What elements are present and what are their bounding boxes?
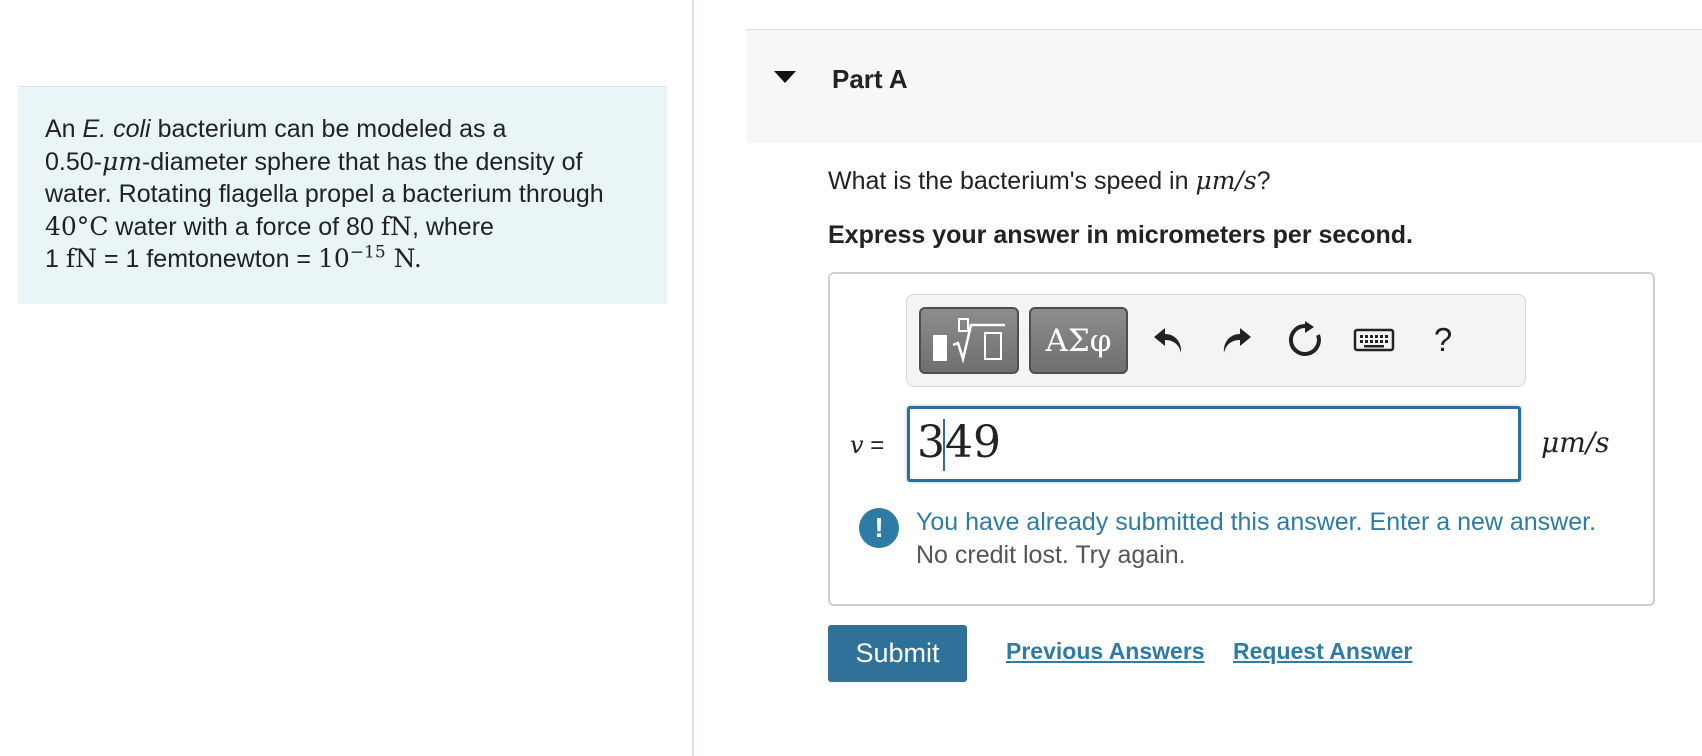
problem-line4-end: , where	[411, 212, 494, 241]
definition-unit: N.	[385, 244, 422, 273]
definition-lhs-number: 1	[45, 245, 66, 273]
part-a-header[interactable]: Part A	[746, 29, 1702, 143]
collapse-caret-icon[interactable]	[774, 71, 796, 83]
answer-unit: μm/s	[1541, 426, 1610, 459]
diameter-value: 0.50-	[45, 147, 102, 176]
redo-icon[interactable]	[1213, 317, 1259, 363]
keyboard-icon[interactable]	[1351, 317, 1397, 363]
temperature-value: 40°	[45, 211, 90, 241]
question-text: What is the bacterium's speed in μm/s?	[828, 166, 1271, 196]
variable-symbol: v	[850, 431, 864, 459]
pane-divider	[692, 0, 694, 756]
answer-value: 349	[917, 417, 1001, 468]
submit-button[interactable]: Submit	[828, 625, 967, 682]
feedback-message: You have already submitted this answer. …	[916, 508, 1597, 536]
problem-text: An E. coli bacterium can be modeled as a…	[45, 113, 639, 276]
feedback-detail: No credit lost. Try again.	[916, 541, 1186, 569]
question-prefix: What is the bacterium's speed in	[828, 167, 1196, 195]
reset-icon[interactable]	[1282, 317, 1328, 363]
help-button[interactable]: ?	[1420, 317, 1466, 363]
definition-middle: = 1 femtonewton =	[97, 245, 318, 273]
problem-intro: An	[45, 115, 83, 143]
problem-line1-rest: bacterium can be modeled as a	[150, 115, 507, 143]
variable-equals: =	[863, 432, 885, 459]
alert-icon: !	[859, 508, 899, 548]
greek-symbols-button[interactable]: ΑΣφ	[1029, 307, 1128, 374]
problem-line2-rest: -diameter sphere that has the density of	[141, 147, 583, 176]
force-unit: fN	[380, 211, 412, 241]
templates-icon	[933, 317, 1005, 364]
problem-statement-panel: An E. coli bacterium can be modeled as a…	[18, 86, 667, 304]
part-title: Part A	[832, 64, 908, 94]
problem-line3: water. Rotating flagella propel a bacter…	[45, 180, 604, 208]
answer-input[interactable]: 349	[907, 406, 1521, 482]
question-unit: μm/s	[1195, 166, 1257, 195]
templates-button[interactable]	[919, 307, 1019, 374]
text-cursor	[943, 419, 945, 471]
request-answer-link[interactable]: Request Answer	[1233, 638, 1412, 665]
answer-instruction: Express your answer in micrometers per s…	[828, 221, 1413, 249]
previous-answers-link[interactable]: Previous Answers	[1006, 638, 1205, 665]
problem-line4-mid: water with a force of 80	[108, 212, 381, 241]
question-suffix: ?	[1256, 167, 1271, 195]
definition-base: 10	[317, 244, 350, 273]
undo-icon[interactable]	[1146, 317, 1192, 363]
temperature-unit: C	[89, 211, 109, 241]
math-toolbar: ΑΣφ ?	[906, 294, 1526, 387]
species-name: E. coli	[82, 115, 151, 143]
answer-variable-label: v =	[850, 431, 884, 460]
definition-exponent: −15	[349, 242, 386, 263]
answer-unit-text: μm/s	[1541, 426, 1610, 459]
definition-lhs-unit: fN	[65, 244, 97, 273]
diameter-unit: μm	[101, 146, 142, 176]
